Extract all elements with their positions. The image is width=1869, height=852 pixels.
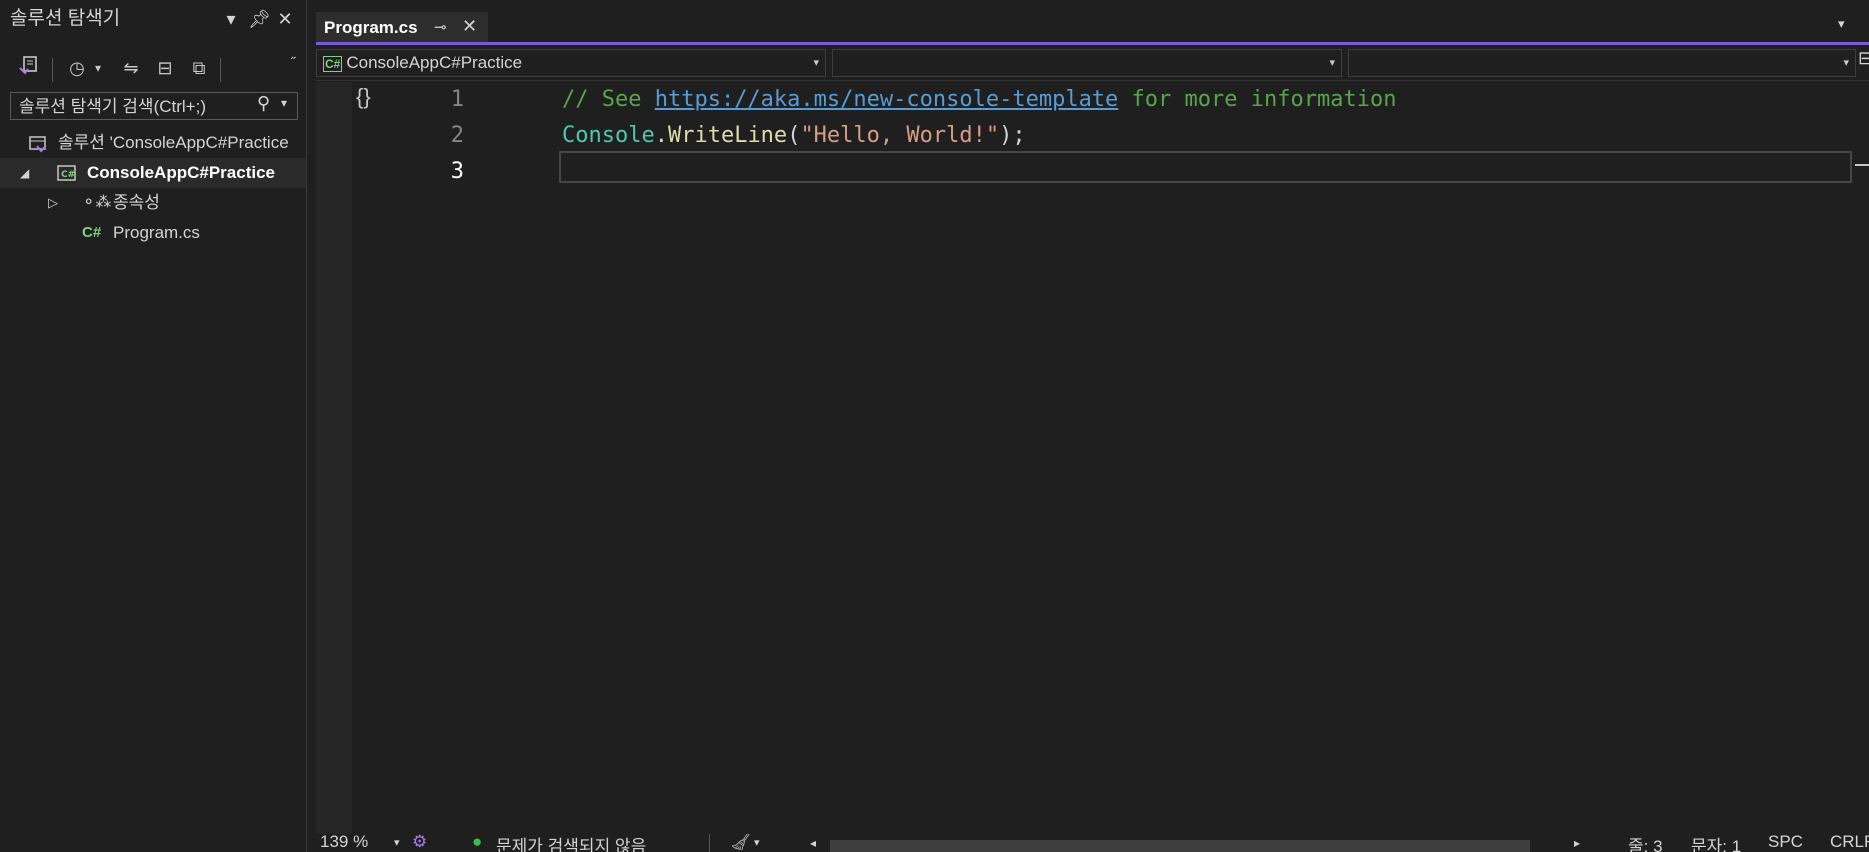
punctuation: ); (999, 123, 1026, 148)
solution-explorer-search-input[interactable] (17, 95, 251, 119)
tree-item-label: ConsoleAppC#Practice (87, 163, 275, 182)
zoom-level[interactable]: 139 % (320, 834, 368, 852)
dependencies-icon: ⚬⁂ (82, 194, 112, 211)
tab-program-cs[interactable]: Program.cs ⊸ ✕ (316, 10, 488, 44)
svg-text:C#: C# (61, 170, 75, 180)
tree-item-solution[interactable]: 솔루션 'ConsoleAppC#Practice (0, 128, 306, 158)
collapse-all-icon[interactable]: ⊟ (150, 54, 180, 82)
document-tab-strip (316, 0, 1869, 44)
split-editor-icon[interactable]: ⊟ (1858, 48, 1869, 69)
solution-icon (28, 128, 48, 158)
check-circle-icon: ● (472, 834, 483, 851)
method-identifier: WriteLine (667, 123, 788, 148)
active-tab-accent-bar (316, 42, 1869, 45)
tree-item-label: 종속성 (113, 193, 160, 212)
code-line-1[interactable]: // See https://aka.ms/new-console-templa… (562, 82, 1396, 118)
issues-status[interactable]: 문제가 검색되지 않음 (496, 834, 646, 852)
toolbar-overflow-icon[interactable]: ˝ (278, 48, 308, 76)
comment-link[interactable]: https://aka.ms/new-console-template (655, 87, 1119, 112)
scroll-right-icon[interactable]: ▸ (1574, 836, 1580, 850)
solution-explorer-search[interactable]: ⚲ ▾ (10, 92, 298, 120)
line-indicator[interactable]: 줄: 3 (1628, 834, 1663, 852)
code-structure-icon[interactable]: {} (356, 84, 371, 110)
zoom-dropdown-icon[interactable]: ▾ (394, 836, 400, 849)
line-number: 1 (450, 87, 464, 112)
search-icon[interactable]: ⚲ (257, 93, 270, 114)
class-identifier: Console (562, 123, 655, 148)
tree-item-program-cs[interactable]: C# Program.cs (0, 218, 306, 248)
comment-text: for more information (1118, 87, 1397, 112)
vertical-scrollbar[interactable] (1855, 82, 1869, 834)
copilot-icon[interactable]: ⚙ (412, 834, 427, 852)
chevron-down-icon: ▾ (1329, 57, 1335, 69)
tree-item-project[interactable]: ◢ C# ConsoleAppC#Practice (0, 158, 306, 188)
csharp-project-icon: C# (323, 56, 343, 72)
type-dropdown[interactable]: ▾ (832, 49, 1342, 77)
code-editor[interactable]: {} 1 2 3 // See https://aka.ms/new-conso… (352, 82, 1869, 834)
status-separator (709, 834, 710, 852)
show-all-files-icon[interactable]: ⧉ (184, 54, 214, 82)
comment-text: // See (562, 87, 655, 112)
search-options-dropdown-icon[interactable]: ▾ (281, 96, 287, 110)
csharp-file-icon: C# (82, 224, 102, 241)
expanded-triangle-icon[interactable]: ◢ (20, 158, 29, 188)
solution-explorer-title: 솔루션 탐색기 (10, 8, 121, 29)
tab-pin-icon[interactable]: ⊸ (434, 18, 447, 36)
project-dropdown-value: ConsoleAppC#Practice (346, 53, 523, 72)
toolbar-separator (220, 58, 221, 82)
spacing-indicator[interactable]: SPC (1768, 834, 1803, 852)
code-cleanup-dropdown-icon[interactable]: ▾ (754, 836, 760, 849)
toolbar-separator (52, 58, 53, 82)
line-number: 3 (450, 159, 464, 184)
solution-explorer-panel: 솔루션 탐색기 ▾ 📌︎ ✕ ◷ ▾ ⇋ ⊟ ⧉ ˝ ⚲ ▾ 솔루션 'Cons… (0, 0, 307, 852)
tab-close-icon[interactable]: ✕ (462, 16, 477, 37)
csharp-project-icon: C# (56, 158, 78, 188)
switch-views-icon[interactable] (14, 54, 44, 82)
punctuation: ( (787, 123, 801, 148)
column-indicator[interactable]: 문자: 1 (1691, 834, 1741, 852)
current-line-highlight (559, 151, 1852, 183)
pin-icon[interactable]: 📌︎ (248, 6, 271, 32)
editor-left-margin (316, 82, 352, 834)
navigation-bar: C# ConsoleAppC#Practice ▾ ▾ ▾ ⊟ (316, 46, 1869, 81)
punctuation: . (654, 123, 668, 148)
panel-options-dropdown-icon[interactable]: ▾ (220, 6, 242, 32)
filter-dropdown-icon[interactable]: ▾ (90, 54, 106, 82)
chevron-down-icon: ▾ (1843, 57, 1849, 69)
code-cleanup-icon[interactable]: 🧹︎ (730, 834, 752, 852)
string-literal: "Hello, World!" (800, 123, 1000, 148)
collapsed-triangle-icon[interactable]: ▷ (48, 188, 58, 218)
line-number: 2 (450, 123, 464, 148)
horizontal-scrollbar[interactable] (830, 840, 1530, 852)
pending-changes-filter-icon[interactable]: ◷ (62, 54, 92, 82)
tree-item-label: Program.cs (113, 223, 200, 242)
tree-item-dependencies[interactable]: ▷ ⚬⁂ 종속성 (0, 188, 306, 218)
sync-with-active-document-icon[interactable]: ⇋ (116, 54, 146, 82)
scroll-left-icon[interactable]: ◂ (810, 836, 816, 850)
tree-item-label: 솔루션 'ConsoleAppC#Practice (58, 133, 289, 152)
solution-explorer-toolbar: ◷ ▾ ⇋ ⊟ ⧉ ˝ (0, 48, 306, 88)
member-dropdown[interactable]: ▾ (1348, 49, 1856, 77)
scrollbar-caret-marker (1855, 164, 1869, 166)
project-dropdown[interactable]: C# ConsoleAppC#Practice ▾ (316, 49, 826, 77)
code-line-2[interactable]: Console.WriteLine("Hello, World!"); (562, 118, 1026, 154)
chevron-down-icon: ▾ (813, 57, 819, 69)
editor-status-bar: 139 % ▾ ⚙ ● 문제가 검색되지 않음 🧹︎ ▾ ◂ ▸ 줄: 3 문자… (316, 834, 1869, 852)
close-panel-icon[interactable]: ✕ (274, 6, 296, 32)
tab-list-dropdown-icon[interactable]: ▾ (1838, 16, 1845, 32)
line-ending-indicator[interactable]: CRLF (1830, 834, 1869, 852)
tab-label: Program.cs (324, 18, 418, 37)
